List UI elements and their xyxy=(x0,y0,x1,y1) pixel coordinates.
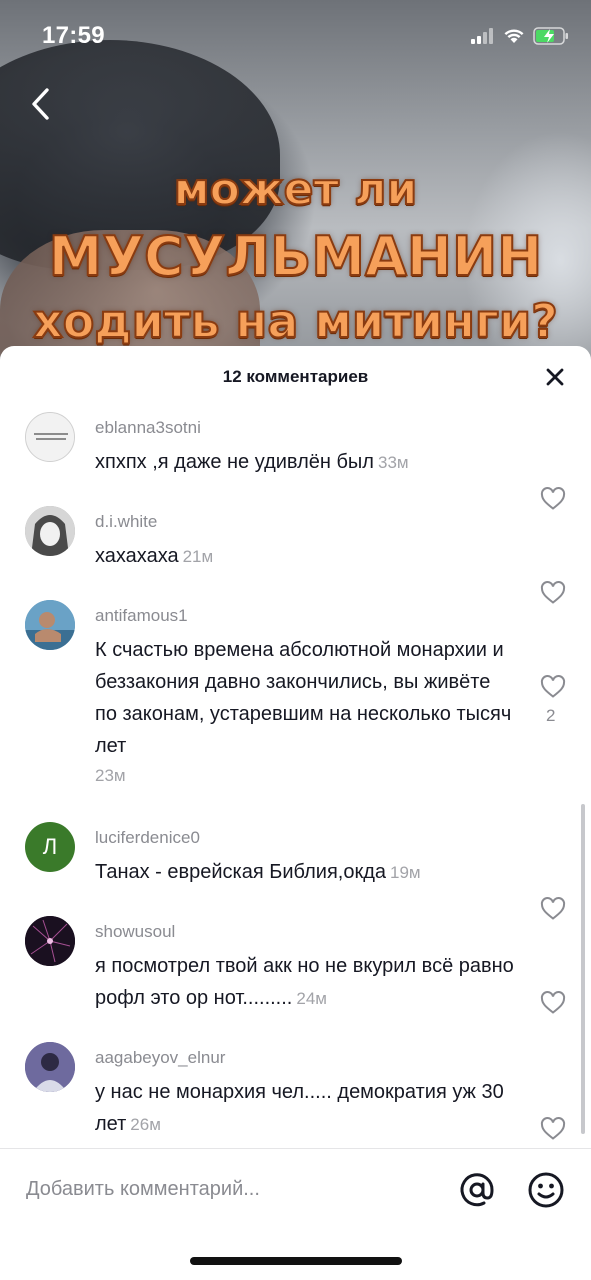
heart-outline-icon[interactable] xyxy=(540,674,566,700)
comments-count-title: 12 комментариев xyxy=(222,367,369,386)
heart-outline-icon[interactable] xyxy=(540,580,566,606)
comment-body: у нас не монархия чел..... демократия уж… xyxy=(95,1076,515,1141)
avatar[interactable] xyxy=(25,506,75,556)
status-bar: 17:59 xyxy=(0,0,591,70)
avatar[interactable]: Л xyxy=(25,822,75,872)
comment-time: 26м xyxy=(130,1115,161,1134)
avatar-image xyxy=(25,916,75,966)
avatar-initial: Л xyxy=(42,834,58,859)
comment-input-bar xyxy=(0,1148,591,1228)
comment-body: хахахаха 21м xyxy=(95,540,515,573)
comment-username[interactable]: showusoul xyxy=(95,922,175,942)
comment-list[interactable]: eblanna3sotni хпхпх ,я даже не удивлён б… xyxy=(0,408,591,1148)
caption-line-3: ходить на митинги? xyxy=(32,294,559,348)
comment-username[interactable]: d.i.white xyxy=(95,512,157,532)
caption-line-1: может ли xyxy=(173,164,419,215)
comment-body: я посмотрел твой акк но не вкурил всё ра… xyxy=(95,950,515,1015)
comment-time: 21м xyxy=(182,547,214,566)
avatar-image xyxy=(26,413,74,461)
chevron-left-icon xyxy=(32,88,49,120)
back-button[interactable] xyxy=(20,84,60,124)
video-caption-overlay: может ли МУСУЛЬМАНИН ходить на митинги? xyxy=(0,164,591,348)
comments-sheet: 12 комментариев eblanna3sotni хпхпх ,я д… xyxy=(0,346,591,1280)
heart-outline-icon[interactable] xyxy=(540,990,566,1016)
comment-time: 33м xyxy=(377,453,409,472)
battery-charging-icon xyxy=(533,27,568,45)
close-button[interactable] xyxy=(543,365,567,389)
comment-list-scrollbar[interactable] xyxy=(581,804,585,1134)
comment-text: Танах - еврейская Библия,окда xyxy=(95,861,386,883)
comment-text: К счастью времена абсолютной монархии и … xyxy=(95,639,512,757)
status-time: 17:59 xyxy=(42,22,105,49)
heart-outline-icon[interactable] xyxy=(540,1116,566,1142)
comment-text: хахахаха xyxy=(95,545,179,567)
close-icon xyxy=(546,368,564,386)
comment-input[interactable] xyxy=(26,1171,426,1207)
heart-outline-icon[interactable] xyxy=(540,486,566,512)
avatar[interactable] xyxy=(25,1042,75,1092)
comment-username[interactable]: eblanna3sotni xyxy=(95,418,201,438)
wifi-icon xyxy=(504,29,524,43)
avatar[interactable] xyxy=(25,600,75,650)
comment-username[interactable]: aagabeyov_elnur xyxy=(95,1048,225,1068)
comment-username[interactable]: antifamous1 xyxy=(95,606,188,626)
comment-username[interactable]: luciferdenice0 xyxy=(95,828,200,848)
comment-body: хпхпх ,я даже не удивлён был 33м xyxy=(95,446,515,479)
comment-text: хпхпх ,я даже не удивлён был xyxy=(95,451,374,473)
avatar-image xyxy=(25,600,75,650)
like-count: 2 xyxy=(546,706,556,725)
heart-outline-icon[interactable] xyxy=(540,896,566,922)
home-indicator[interactable] xyxy=(190,1257,402,1265)
avatar[interactable] xyxy=(25,916,75,966)
avatar-image xyxy=(25,1042,75,1092)
comment-time: 23м xyxy=(95,766,126,785)
smiley-face-icon[interactable] xyxy=(527,1171,565,1209)
comments-header: 12 комментариев xyxy=(0,346,591,408)
comment-body: Танах - еврейская Библия,окда 19м xyxy=(95,856,515,889)
comment-body: К счастью времена абсолютной монархии и … xyxy=(95,634,515,790)
avatar-image xyxy=(25,506,75,556)
status-icons xyxy=(471,26,569,46)
at-sign-icon[interactable] xyxy=(458,1171,496,1209)
caption-line-2: МУСУЛЬМАНИН xyxy=(48,225,544,288)
cellular-signal-icon xyxy=(471,28,493,44)
avatar[interactable] xyxy=(25,412,75,462)
comment-time: 24м xyxy=(296,989,327,1008)
comment-time: 19м xyxy=(390,863,421,882)
